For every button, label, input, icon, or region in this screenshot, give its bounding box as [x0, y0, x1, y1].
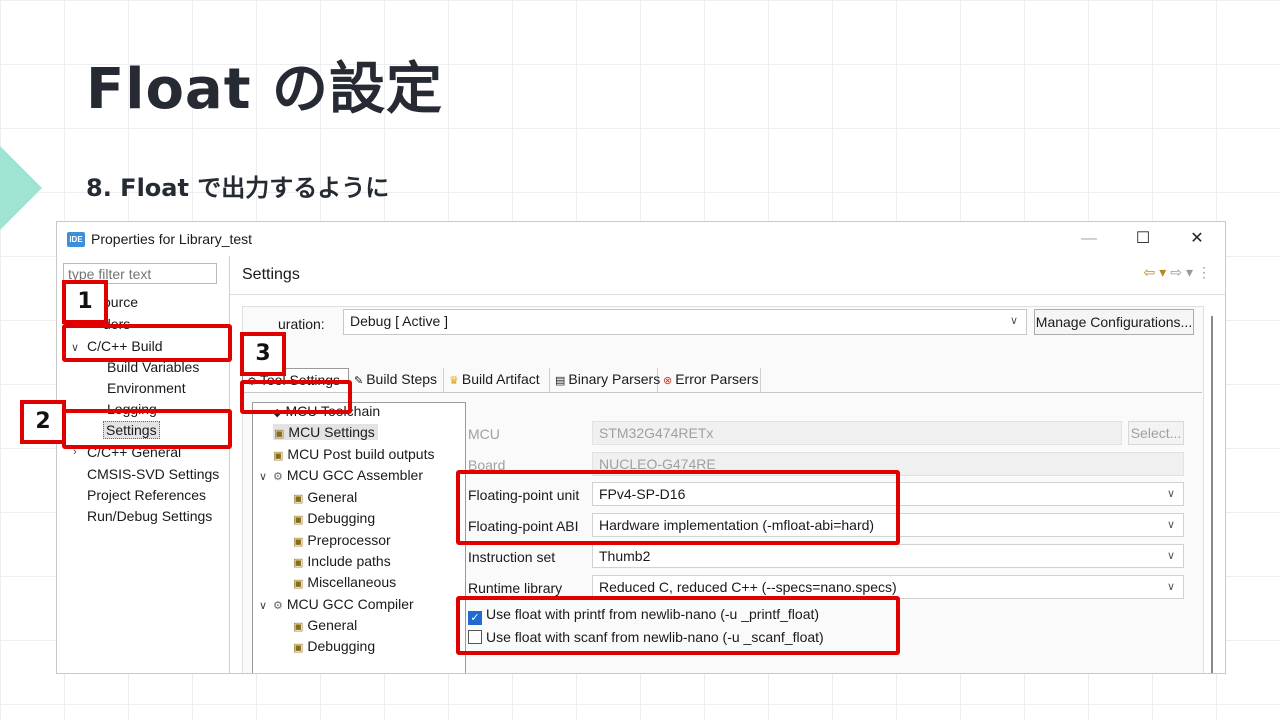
annotation-badge-3: 3 [240, 332, 286, 376]
tool-item-assembler-debugging[interactable]: ▣ Debugging [293, 510, 375, 526]
close-button[interactable]: ✕ [1177, 225, 1217, 253]
settings-folder-icon: ▣ [293, 557, 304, 569]
more-menu-icon[interactable]: ⋮ [1197, 264, 1215, 280]
highlight-floating-point [456, 470, 900, 545]
history-nav: ⇦▾⇨▾⋮ [1143, 264, 1215, 281]
binary-icon: ▤ [555, 375, 566, 387]
tool-item-assembler-miscellaneous[interactable]: ▣ Miscellaneous [293, 574, 396, 590]
chevron-down-icon[interactable]: ∨ [259, 470, 267, 483]
settings-folder-icon: ▣ [293, 536, 304, 548]
tool-item-mcu-settings[interactable]: ▣ MCU Settings [273, 424, 378, 440]
settings-folder-icon: ▣ [293, 642, 304, 654]
instruction-set-label: Instruction set [468, 549, 556, 565]
instruction-set-select[interactable]: Thumb2 ∨ [592, 544, 1184, 568]
tool-item-gcc-assembler[interactable]: ⚙ MCU GCC Assembler [273, 467, 423, 483]
settings-folder-icon: ▣ [293, 621, 304, 633]
slide-title: Float の設定 [86, 57, 443, 122]
tool-item-assembler-general[interactable]: ▣ General [293, 489, 357, 505]
hammer-icon: ✎ [354, 375, 364, 387]
tab-error-parsers[interactable]: ⊗ Error Parsers [659, 368, 761, 392]
configuration-label: uration: [278, 316, 325, 332]
configuration-value: Debug [ Active ] [350, 313, 449, 329]
header-divider [230, 294, 1225, 295]
tool-item-assembler-preprocessor[interactable]: ▣ Preprocessor [293, 532, 391, 548]
tool-item-compiler-debugging[interactable]: ▣ Debugging [293, 638, 375, 654]
error-icon: ⊗ [663, 375, 673, 387]
gear-icon: ⚙ [273, 471, 283, 483]
mcu-label: MCU [468, 426, 500, 442]
chevron-down-icon[interactable]: ∨ [259, 599, 267, 612]
highlight-tool-settings-tab [240, 380, 352, 414]
highlight-cpp-build [62, 324, 232, 362]
maximize-button[interactable]: ☐ [1123, 225, 1163, 253]
tool-settings-tree: ◆ MCU Toolchain ▣ MCU Settings ▣ MCU Post b… [252, 402, 466, 673]
chevron-down-icon: ∨ [1009, 315, 1018, 327]
minimize-button[interactable]: — [1069, 225, 1109, 253]
tab-binary-parsers[interactable]: ▤ Binary Parsers [551, 368, 660, 392]
tab-build-artifact[interactable]: ♛ Build Artifact [445, 368, 550, 392]
mcu-field: STM32G474RETx [592, 421, 1122, 445]
back-arrow-icon[interactable]: ⇦▾ [1143, 264, 1170, 280]
trophy-icon: ♛ [449, 375, 459, 387]
annotation-badge-1: 1 [62, 280, 108, 324]
tree-item-cmsis-svd[interactable]: CMSIS-SVD Settings [87, 466, 219, 482]
settings-folder-icon: ▣ [273, 450, 284, 462]
accent-triangle [0, 146, 42, 230]
tab-divider [242, 392, 1202, 393]
runtime-library-label: Runtime library [468, 580, 563, 596]
settings-folder-icon: ▣ [274, 428, 285, 440]
tool-item-mcu-post-build[interactable]: ▣ MCU Post build outputs [273, 446, 434, 462]
settings-folder-icon: ▣ [293, 493, 304, 505]
instruction-set-value: Thumb2 [599, 548, 651, 564]
chevron-down-icon: ∨ [1166, 488, 1175, 500]
mcu-select-button[interactable]: Select... [1128, 421, 1184, 445]
settings-folder-icon: ▣ [293, 514, 304, 526]
configuration-select[interactable]: Debug [ Active ] ∨ [343, 309, 1027, 335]
runtime-library-value: Reduced C, reduced C++ (--specs=nano.spe… [599, 579, 897, 595]
chevron-down-icon: ∨ [1166, 519, 1175, 531]
gear-icon: ⚙ [273, 600, 283, 612]
slide-subtitle: 8. Float で出力するように [86, 174, 390, 202]
tool-item-compiler-general[interactable]: ▣ General [293, 617, 357, 633]
vertical-scrollbar[interactable] [1211, 316, 1213, 673]
tree-item-run-debug[interactable]: Run/Debug Settings [87, 508, 212, 524]
tool-item-assembler-include-paths[interactable]: ▣ Include paths [293, 553, 391, 569]
manage-configurations-button[interactable]: Manage Configurations... [1034, 309, 1194, 335]
window-title: Properties for Library_test [91, 231, 253, 247]
panel-title: Settings [242, 266, 300, 283]
chevron-down-icon: ∨ [1166, 550, 1175, 562]
tree-item-environment[interactable]: Environment [107, 380, 186, 396]
highlight-float-checkboxes [456, 596, 900, 655]
tree-item-project-references[interactable]: Project References [87, 487, 206, 503]
settings-folder-icon: ▣ [293, 578, 304, 590]
highlight-settings [62, 409, 232, 449]
annotation-badge-2: 2 [20, 400, 66, 444]
title-bar: IDE Properties for Library_test — ☐ ✕ [57, 222, 1225, 256]
tool-item-gcc-compiler[interactable]: ⚙ MCU GCC Compiler [273, 596, 414, 612]
forward-arrow-icon[interactable]: ⇨▾ [1170, 264, 1197, 280]
ide-icon: IDE [67, 232, 85, 247]
chevron-down-icon: ∨ [1166, 581, 1175, 593]
tree-item-resource[interactable]: ource [103, 294, 138, 310]
tab-build-steps[interactable]: ✎ Build Steps [350, 368, 444, 392]
